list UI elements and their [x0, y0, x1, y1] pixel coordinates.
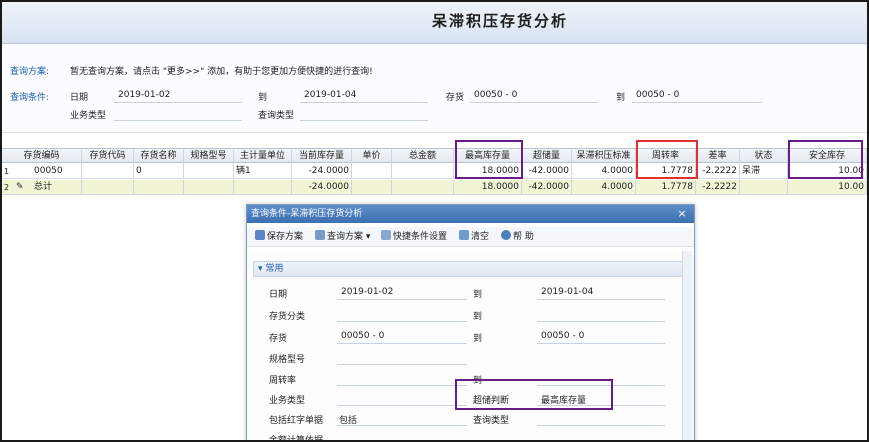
cell-max-stock[interactable]: 18.0000 [454, 180, 522, 195]
inventory-to-field[interactable]: 00050 - 0 [636, 90, 679, 100]
cell-over[interactable]: -42.0000 [522, 180, 572, 195]
group-common[interactable]: ▾ 常用 [253, 261, 689, 277]
cell-diff[interactable]: -2.2222 [696, 180, 740, 195]
date-to-input[interactable]: 2019-01-04 [541, 287, 593, 297]
cell-spec[interactable] [184, 164, 234, 179]
business-type-label: 业务类型 [70, 111, 107, 121]
table-row[interactable]: 1 00050 0 辆1 -24.0000 18.0000 -42.0000 4… [2, 164, 867, 179]
inventory-from-input[interactable]: 00050 - 0 [341, 331, 384, 341]
date-label: 日期 [269, 290, 288, 300]
highlight-turnover [636, 140, 698, 179]
date-to-label: 到 [473, 290, 483, 300]
col-header[interactable]: 差率 [696, 149, 740, 164]
cell-stock[interactable]: -24.0000 [292, 180, 352, 195]
inventory-label: 存货 [446, 93, 465, 103]
help-icon [501, 230, 511, 240]
edit-pencil-icon: ✎ [16, 182, 24, 192]
query-scheme-button[interactable]: 查询方案 ▾ [315, 230, 370, 244]
dialog-title[interactable]: 查询条件-呆滞积压存货分析 [247, 205, 694, 223]
cell-unit[interactable]: 辆1 [234, 164, 292, 179]
date-from-field[interactable]: 2019-01-02 [118, 90, 170, 100]
query-condition-label: 查询条件: [10, 93, 50, 103]
col-header[interactable]: 存货编码 [2, 149, 82, 164]
col-header[interactable]: 当前库存量 [292, 149, 352, 164]
turnover-label: 周转率 [269, 376, 297, 386]
cell-std[interactable]: 4.0000 [572, 180, 636, 195]
query-scheme-label: 查询方案: [10, 67, 50, 77]
query-type-label: 查询类型 [473, 416, 510, 426]
dialog-body: ▾ 常用 日期 2019-01-02 到 2019-01-04 存货分类 到 存… [247, 251, 694, 442]
query-type-label: 查询类型 [258, 111, 295, 121]
grid-header: 存货编码 存货代码 存货名称 规格型号 主计量单位 当前库存量 单价 总金额 最… [2, 148, 867, 164]
cell-amount[interactable] [392, 164, 454, 179]
cell-stock[interactable]: -24.0000 [292, 164, 352, 179]
col-header[interactable]: 单价 [352, 149, 392, 164]
cell-safe-stock[interactable]: 10.00 [788, 180, 867, 195]
inventory-label: 存货 [269, 334, 288, 344]
cell-total-label: 总计 [32, 180, 82, 195]
col-header[interactable]: 存货名称 [134, 149, 184, 164]
chevron-down-icon: ▾ [363, 232, 371, 242]
dialog-scrollbar[interactable] [682, 251, 692, 440]
dialog-toolbar: 保存方案 查询方案 ▾ 快捷条件设置 清空 帮 助 [247, 227, 694, 247]
date-to-field[interactable]: 2019-01-04 [304, 90, 356, 100]
query-scheme-hint[interactable]: 暂无查询方案，请点击 "更多>>" 添加，有助于您更加方便快捷的进行查询! [70, 64, 373, 77]
inventory-to-label: 到 [473, 334, 483, 344]
cell-status[interactable]: 呆滞 [740, 164, 788, 179]
table-row-total[interactable]: 2 ✎ 总计 -24.0000 18.0000 -42.0000 4.0000 … [2, 180, 867, 195]
date-to-label: 到 [258, 93, 268, 103]
row-number: 2 [4, 183, 10, 192]
quick-condition-button[interactable]: 快捷条件设置 [381, 230, 447, 244]
page-title: 呆滞积压存货分析 [432, 12, 569, 30]
query-area: 查询方案: 暂无查询方案，请点击 "更多>>" 添加，有助于您更加方便快捷的进行… [2, 44, 867, 134]
col-header[interactable]: 超储量 [522, 149, 572, 164]
clear-icon [459, 230, 469, 240]
col-header[interactable]: 呆滞积压标准 [572, 149, 636, 164]
col-header[interactable]: 主计量单位 [234, 149, 292, 164]
include-red-label: 包括红字单据 [269, 416, 324, 426]
save-scheme-button[interactable]: 保存方案 [255, 230, 303, 244]
cell-std[interactable]: 4.0000 [572, 164, 636, 179]
amount-basis-label: 金额计算依据 [269, 436, 324, 442]
clear-button[interactable]: 清空 [459, 230, 489, 244]
query-dialog: 查询条件-呆滞积压存货分析 × 保存方案 查询方案 ▾ 快捷条件设置 清空 帮 … [246, 204, 695, 442]
highlight-overstock-judge [455, 379, 613, 410]
close-icon[interactable]: × [676, 205, 688, 223]
date-from-input[interactable]: 2019-01-02 [341, 287, 393, 297]
folder-icon [315, 230, 325, 240]
save-icon [255, 230, 265, 240]
inventory-to-input[interactable]: 00050 - 0 [541, 331, 584, 341]
cell-diff[interactable]: -2.2222 [696, 164, 740, 179]
col-header[interactable]: 状态 [740, 149, 788, 164]
business-type-label: 业务类型 [269, 396, 306, 406]
window-frame: 呆滞积压存货分析 查询方案: 暂无查询方案，请点击 "更多>>" 添加，有助于您… [0, 0, 869, 442]
cell-over[interactable]: -42.0000 [522, 164, 572, 179]
inventory-to-label: 到 [616, 93, 626, 103]
col-header[interactable]: 存货代码 [82, 149, 134, 164]
settings-icon [381, 230, 391, 240]
cell-name[interactable]: 0 [134, 164, 184, 179]
row-number: 1 [4, 167, 10, 176]
inv-category-to-label: 到 [473, 312, 483, 322]
col-header[interactable]: 规格型号 [184, 149, 234, 164]
col-header[interactable]: 总金额 [392, 149, 454, 164]
inventory-from-field[interactable]: 00050 - 0 [474, 90, 517, 100]
cell-inv-code[interactable] [82, 164, 134, 179]
cell-code[interactable]: 00050 [32, 164, 82, 179]
highlight-safe-stock [788, 140, 863, 179]
spec-label: 规格型号 [269, 355, 306, 365]
highlight-max-stock [455, 140, 523, 179]
inv-category-label: 存货分类 [269, 312, 306, 322]
date-label: 日期 [70, 93, 89, 103]
cell-price[interactable] [352, 164, 392, 179]
title-bar: 呆滞积压存货分析 [2, 2, 867, 44]
cell-turnover[interactable]: 1.7778 [636, 180, 696, 195]
help-button[interactable]: 帮 助 [501, 230, 534, 244]
